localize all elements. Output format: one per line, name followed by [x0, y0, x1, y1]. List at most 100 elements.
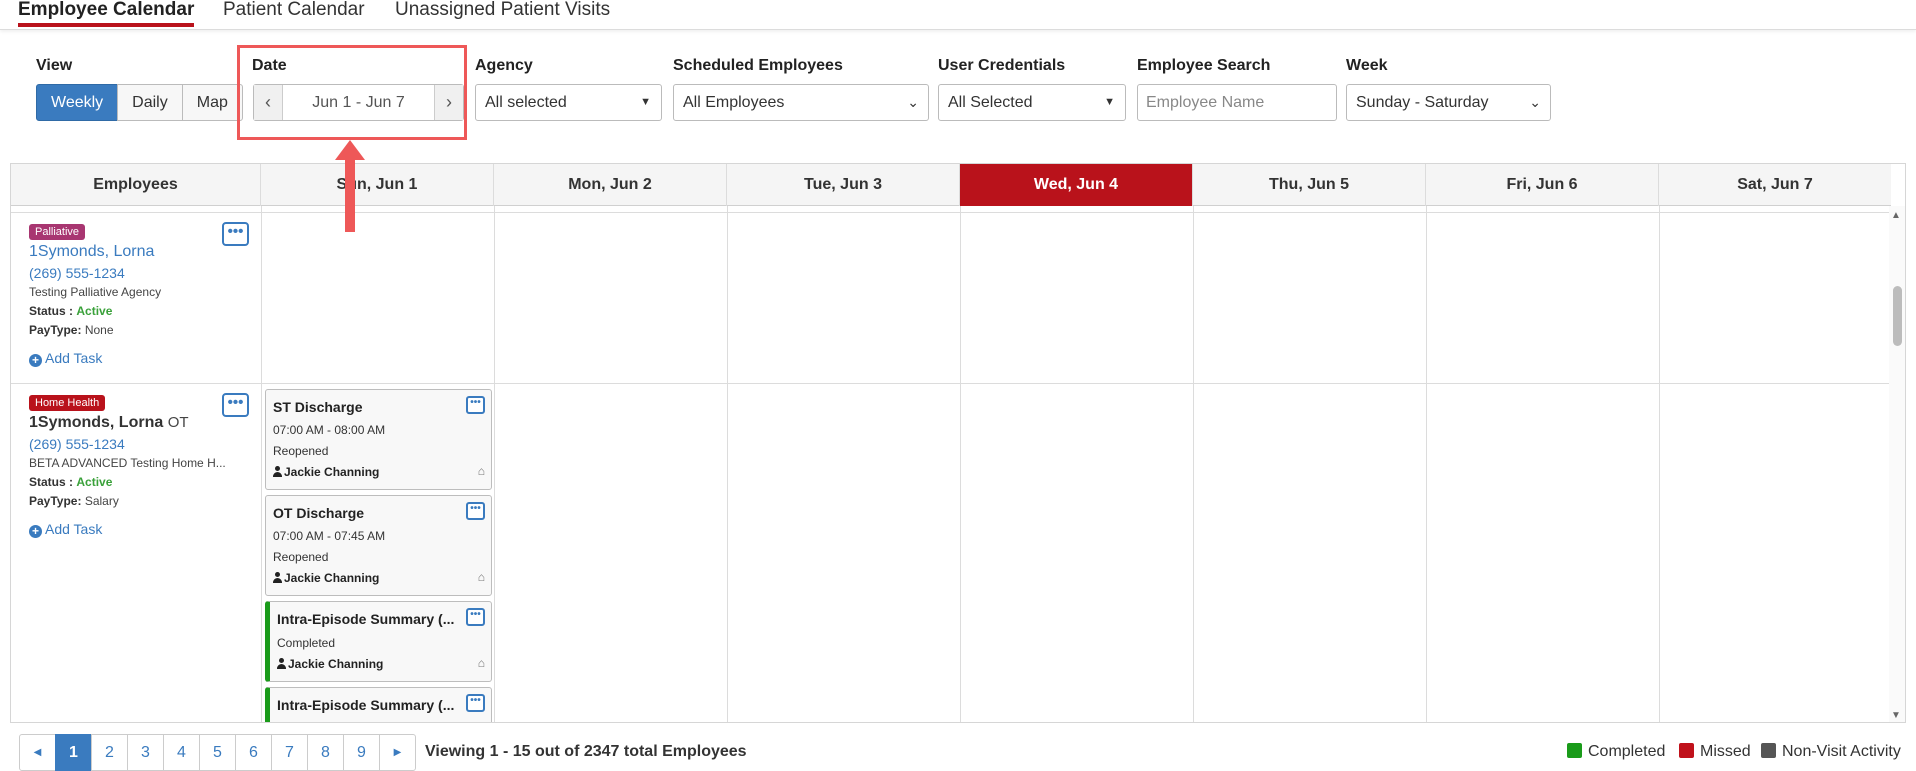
- task-options-button[interactable]: •••: [466, 396, 485, 414]
- agency-select-value: All selected: [485, 94, 567, 111]
- row-divider: [11, 212, 1891, 213]
- agency-select[interactable]: All selected ▼: [475, 84, 662, 121]
- page-button[interactable]: 9: [343, 734, 380, 771]
- employee-name-link[interactable]: 1Symonds, Lorna: [29, 243, 154, 261]
- page-button[interactable]: 3: [127, 734, 164, 771]
- task-assignee-name: Jackie Channing: [284, 571, 380, 585]
- day-header-mon: Mon, Jun 2: [494, 164, 727, 206]
- paytype-label: PayType:: [29, 494, 82, 508]
- add-task-link[interactable]: + Add Task: [29, 521, 102, 538]
- previous-week-button[interactable]: ‹: [254, 85, 283, 120]
- paytype-value: None: [84, 323, 114, 337]
- discipline-badge: Home Health: [29, 395, 106, 411]
- task-status: Reopened: [273, 550, 329, 564]
- employee-phone-link[interactable]: (269) 555-1234: [29, 265, 125, 281]
- plus-circle-icon: +: [29, 354, 42, 367]
- chevron-down-icon: ⌄: [1529, 94, 1541, 110]
- status-label: Status :: [29, 475, 74, 489]
- task-title: Intra-Episode Summary (...: [277, 611, 455, 627]
- grid-divider: [1193, 206, 1194, 722]
- next-week-button[interactable]: ›: [434, 85, 463, 120]
- employee-status: Status : Active: [29, 304, 112, 318]
- page-button[interactable]: 1: [55, 734, 92, 771]
- employee-row: Home Health ••• 1Symonds, Lorna OT (269)…: [11, 383, 261, 722]
- view-weekly-button[interactable]: Weekly: [36, 84, 119, 121]
- grid-divider: [1426, 206, 1427, 722]
- user-credentials-label: User Credentials: [938, 57, 1066, 74]
- scrollbar-thumb[interactable]: [1893, 286, 1902, 346]
- page-button[interactable]: 5: [199, 734, 236, 771]
- employee-agency: Testing Palliative Agency: [29, 285, 162, 299]
- add-task-label: Add Task: [45, 350, 103, 366]
- task-card[interactable]: ST Discharge ••• 07:00 AM - 08:00 AM Reo…: [265, 389, 492, 490]
- scheduled-employees-value: All Employees: [683, 94, 785, 111]
- tab-patient-calendar[interactable]: Patient Calendar: [223, 0, 365, 27]
- status-value: Active: [76, 475, 113, 489]
- employee-credential: OT: [167, 414, 189, 431]
- view-daily-button[interactable]: Daily: [117, 84, 183, 121]
- calendar-scrollbar[interactable]: ▲ ▼: [1889, 206, 1905, 722]
- day-header-fri: Fri, Jun 6: [1426, 164, 1659, 206]
- task-card-completed[interactable]: Intra-Episode Summary (... ••• Completed…: [265, 601, 492, 682]
- employee-search-input[interactable]: [1137, 84, 1337, 121]
- date-label: Date: [252, 57, 287, 74]
- date-range-picker: ‹ Jun 1 - Jun 7 ›: [253, 84, 464, 121]
- task-card[interactable]: OT Discharge ••• 07:00 AM - 07:45 AM Reo…: [265, 495, 492, 596]
- task-options-button[interactable]: •••: [466, 608, 485, 626]
- scheduled-employees-select[interactable]: All Employees ⌄: [673, 84, 929, 121]
- legend-completed: Completed: [1567, 743, 1665, 761]
- page-button[interactable]: 7: [271, 734, 308, 771]
- plus-circle-icon: +: [29, 525, 42, 538]
- view-map-button[interactable]: Map: [181, 84, 243, 121]
- day-header-tue: Tue, Jun 3: [727, 164, 960, 206]
- previous-page-button[interactable]: ◀: [19, 734, 56, 771]
- tab-unassigned-patient-visits[interactable]: Unassigned Patient Visits: [395, 0, 610, 27]
- employee-agency: BETA ADVANCED Testing Home H...: [29, 456, 226, 470]
- day-header-thu: Thu, Jun 5: [1193, 164, 1426, 206]
- task-assignee: Jackie Channing: [273, 465, 379, 479]
- grid-divider: [261, 206, 262, 722]
- page-button[interactable]: 8: [307, 734, 344, 771]
- grid-divider: [960, 206, 961, 722]
- paytype-value: Salary: [84, 494, 119, 508]
- scroll-up-icon[interactable]: ▲: [1891, 210, 1901, 221]
- calendar-header-row: Employees Sun, Jun 1 Mon, Jun 2 Tue, Jun…: [11, 164, 1891, 206]
- legend-non-visit-activity: Non-Visit Activity: [1761, 743, 1901, 761]
- add-task-link[interactable]: + Add Task: [29, 350, 102, 367]
- next-page-button[interactable]: ▶: [379, 734, 416, 771]
- task-options-button[interactable]: •••: [466, 694, 485, 712]
- page-button[interactable]: 4: [163, 734, 200, 771]
- task-card-completed[interactable]: Intra-Episode Summary (... •••: [265, 687, 492, 722]
- grid-divider: [727, 206, 728, 722]
- employee-paytype: PayType: None: [29, 323, 114, 337]
- employee-phone-link[interactable]: (269) 555-1234: [29, 436, 125, 452]
- task-options-button[interactable]: •••: [466, 502, 485, 520]
- user-credentials-select[interactable]: All Selected ▼: [938, 84, 1126, 121]
- chevron-down-icon: ⌄: [907, 94, 919, 110]
- week-label: Week: [1346, 57, 1388, 74]
- home-icon: ⌂: [477, 656, 485, 670]
- employee-options-button[interactable]: •••: [222, 222, 249, 246]
- task-assignee-name: Jackie Channing: [284, 465, 380, 479]
- employee-name: 1Symonds, Lorna: [29, 414, 164, 431]
- page-button[interactable]: 2: [91, 734, 128, 771]
- page-button[interactable]: 6: [235, 734, 272, 771]
- task-status: Completed: [277, 636, 336, 650]
- employee-name-link[interactable]: 1Symonds, Lorna OT: [29, 414, 189, 432]
- user-credentials-value: All Selected: [948, 94, 1033, 111]
- employee-options-button[interactable]: •••: [222, 393, 249, 417]
- tab-employee-calendar[interactable]: Employee Calendar: [18, 0, 195, 27]
- viewing-count: Viewing 1 - 15 out of 2347 total Employe…: [425, 743, 747, 760]
- day-header-sat: Sat, Jun 7: [1737, 176, 1813, 193]
- scroll-down-icon[interactable]: ▼: [1891, 710, 1901, 721]
- week-select-value: Sunday - Saturday: [1356, 94, 1489, 111]
- week-select[interactable]: Sunday - Saturday ⌄: [1346, 84, 1551, 121]
- non-visit-swatch-icon: [1761, 743, 1776, 758]
- status-value: Active: [76, 304, 113, 318]
- date-range-value[interactable]: Jun 1 - Jun 7: [284, 85, 433, 120]
- user-icon: [273, 572, 282, 583]
- completed-swatch-icon: [1567, 743, 1582, 758]
- status-label: Status :: [29, 304, 74, 318]
- employee-calendar-grid: Employees Sun, Jun 1 Mon, Jun 2 Tue, Jun…: [10, 163, 1906, 723]
- employee-row: Palliative ••• 1Symonds, Lorna (269) 555…: [11, 164, 261, 383]
